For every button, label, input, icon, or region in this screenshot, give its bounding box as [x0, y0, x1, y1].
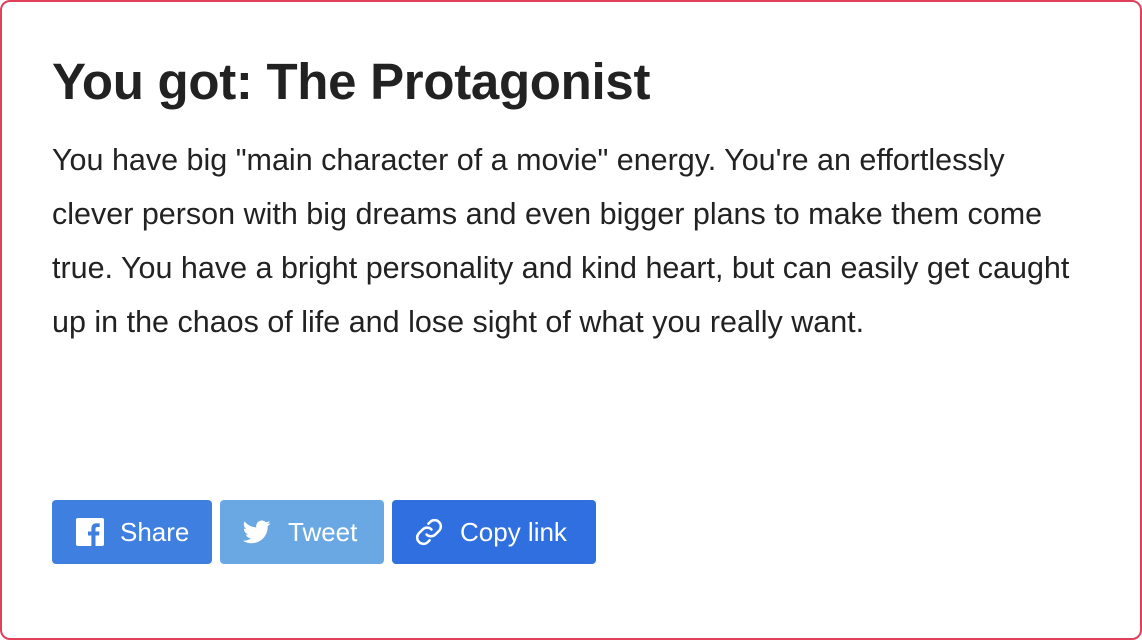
copy-link-button[interactable]: Copy link	[392, 500, 596, 564]
facebook-share-label: Share	[120, 516, 190, 547]
facebook-share-button[interactable]: Share	[52, 500, 212, 564]
link-icon	[413, 516, 445, 548]
twitter-tweet-label: Tweet	[288, 516, 358, 547]
copy-link-label: Copy link	[460, 516, 567, 547]
twitter-tweet-button[interactable]: Tweet	[220, 500, 384, 564]
facebook-icon	[74, 516, 106, 548]
result-title: You got: The Protagonist	[52, 53, 651, 110]
result-description: You have big "main character of a movie"…	[52, 143, 1070, 339]
quiz-result-card: You got: The Protagonist You have big "m…	[0, 0, 1142, 640]
twitter-bird-icon	[241, 516, 273, 548]
share-buttons: Share Tweet Copy link	[52, 500, 596, 564]
